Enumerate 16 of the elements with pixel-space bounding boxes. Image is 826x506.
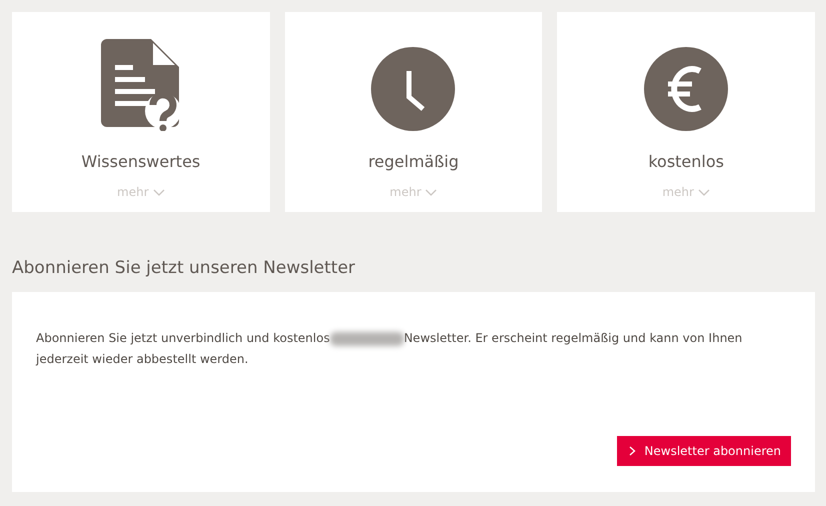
chevron-right-icon xyxy=(629,446,636,456)
feature-title: Wissenswertes xyxy=(81,152,200,171)
section-heading: Abonnieren Sie jetzt unseren Newsletter xyxy=(12,258,356,278)
more-link[interactable]: mehr xyxy=(390,185,438,199)
more-link[interactable]: mehr xyxy=(662,185,710,199)
document-question-icon xyxy=(100,39,181,131)
more-link[interactable]: mehr xyxy=(117,185,165,199)
newsletter-description: Abonnieren Sie jetzt unverbindlich und kostenlos Newsletter. Er erscheint regelmäßig und kann von Ihnen jederzeit wieder abbestellt werden. xyxy=(36,330,744,368)
clock-icon xyxy=(371,47,456,131)
euro-icon xyxy=(644,47,728,131)
feature-title: kostenlos xyxy=(648,152,724,171)
subscribe-button[interactable]: Newsletter abonnieren xyxy=(617,436,791,466)
chevron-down-icon xyxy=(425,188,438,196)
chevron-down-icon xyxy=(152,188,165,196)
chevron-down-icon xyxy=(698,188,710,196)
feature-title: regelmäßig xyxy=(368,152,459,171)
